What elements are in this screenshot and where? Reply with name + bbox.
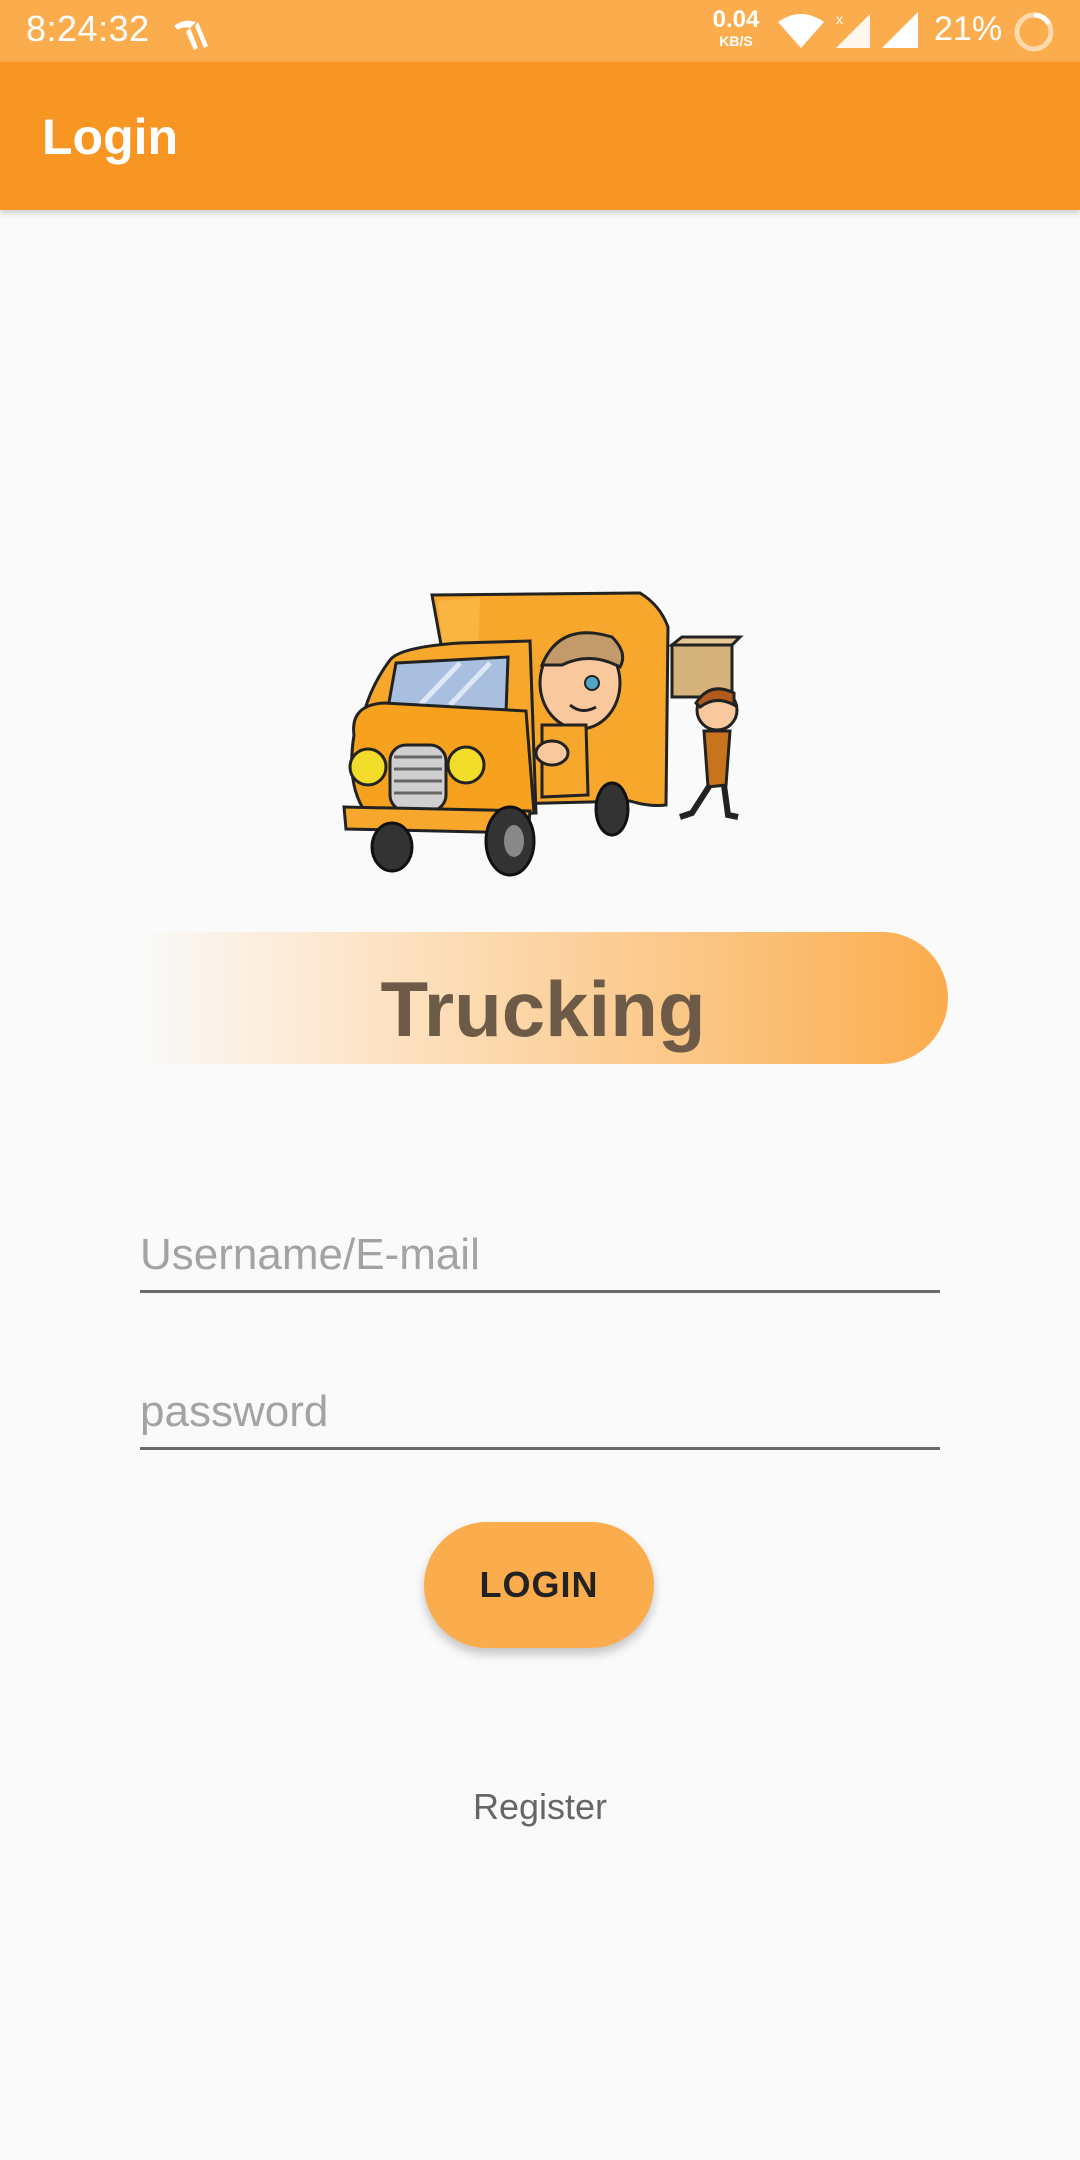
status-time: 8:24:32 — [26, 8, 150, 49]
battery-percent: 21% — [934, 10, 1003, 48]
app-bar: Login — [0, 62, 1080, 210]
svg-text:x: x — [836, 11, 843, 27]
wifi-icon — [778, 14, 824, 48]
battery-icon — [1014, 12, 1054, 52]
brand-title: Trucking — [380, 965, 706, 1053]
username-field[interactable] — [140, 1220, 940, 1293]
network-speed-unit: KB/S — [719, 33, 753, 49]
status-bar: 8:24:32 0.04 KB/S x 21% — [0, 0, 1080, 62]
carrier-icon — [174, 20, 208, 50]
network-speed-value: 0.04 — [712, 6, 760, 33]
password-field[interactable] — [140, 1377, 940, 1450]
page-title: Login — [42, 109, 179, 165]
signal-icon — [882, 12, 918, 48]
register-link[interactable]: Register — [0, 1786, 1080, 1828]
brand-banner: Trucking — [138, 932, 948, 1064]
truck-illustration — [342, 591, 744, 877]
login-button[interactable]: LOGIN — [424, 1522, 654, 1648]
network-speed: 0.04 KB/S — [708, 6, 764, 49]
signal-icon: x — [836, 11, 870, 48]
